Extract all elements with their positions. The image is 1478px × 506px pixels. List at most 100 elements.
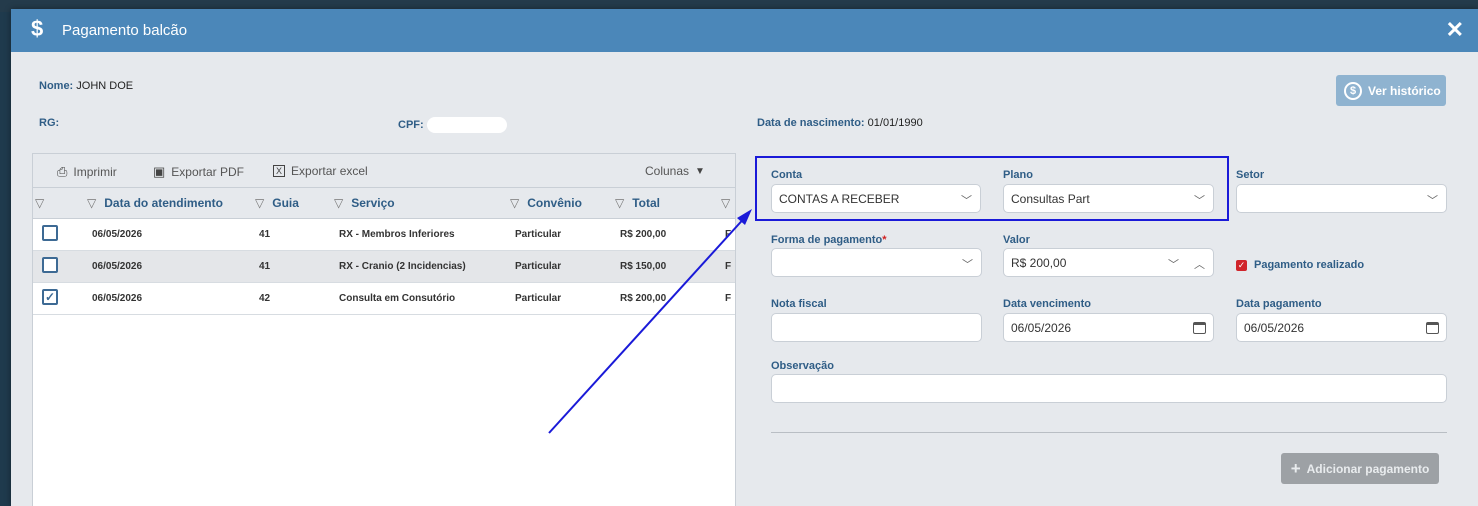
print-button[interactable]: ⎙ Imprimir: [57, 164, 117, 180]
printer-icon: ⎙: [57, 164, 68, 179]
cell-date: 06/05/2026: [92, 229, 143, 240]
row-checkbox[interactable]: [42, 257, 58, 273]
filter-icon: ▽: [35, 196, 45, 210]
row-checkbox[interactable]: [42, 225, 58, 241]
cell-guia: 42: [259, 293, 271, 304]
column-total-label: Total: [632, 196, 661, 210]
chevron-up-icon[interactable]: ︿: [1194, 256, 1205, 272]
column-servico[interactable]: ▽ Serviço: [334, 196, 395, 210]
calendar-icon[interactable]: [1426, 322, 1439, 334]
name-label: Nome:: [39, 80, 74, 92]
data-vencimento-label: Data vencimento: [1003, 298, 1092, 310]
nota-fiscal-input[interactable]: [771, 313, 982, 342]
cell-servico: RX - Cranio (2 Incidencias): [339, 261, 466, 272]
table-row[interactable]: 06/05/2026 41 RX - Membros Inferiores Pa…: [33, 219, 735, 251]
nota-fiscal-label: Nota fiscal: [771, 298, 827, 310]
column-date-label: Data do atendimento: [104, 196, 223, 210]
data-pagamento-value: 06/05/2026: [1244, 321, 1305, 335]
column-convenio[interactable]: ▽ Convênio: [510, 196, 582, 210]
export-excel-button[interactable]: X Exportar excel: [273, 164, 368, 178]
column-extra-filter[interactable]: ▽: [721, 196, 730, 210]
data-pagamento-label: Data pagamento: [1236, 298, 1322, 310]
plus-icon: +: [1290, 458, 1301, 478]
required-marker: *: [882, 234, 887, 246]
filter-icon: ▽: [255, 196, 265, 210]
calendar-icon[interactable]: [1193, 322, 1206, 334]
cpf-redacted: [426, 117, 507, 133]
cell-convenio: Particular: [515, 229, 562, 240]
cell-convenio: Particular: [515, 261, 562, 272]
chevron-down-icon: ﹀: [962, 259, 973, 271]
valor-value: R$ 200,00: [1011, 256, 1067, 270]
conta-value: CONTAS A RECEBER: [779, 192, 900, 206]
chevron-down-icon[interactable]: ﹀: [1168, 256, 1179, 272]
dollar-icon: $: [31, 16, 44, 41]
cell-convenio: Particular: [515, 293, 562, 304]
observacao-label: Observação: [771, 360, 834, 372]
excel-icon: X: [273, 165, 286, 177]
filter-icon: ▽: [334, 196, 344, 210]
data-vencimento-value: 06/05/2026: [1011, 321, 1072, 335]
setor-label: Setor: [1236, 169, 1265, 181]
table-header: ▽ ▽ Data do atendimento ▽ Guia ▽ Serviço ▽ C…: [33, 188, 735, 219]
table-toolbar: ⎙ Imprimir ▣ Exportar PDF X Exportar exc…: [33, 154, 735, 188]
close-icon[interactable]: ✕: [1446, 17, 1464, 43]
cell-date: 06/05/2026: [92, 293, 143, 304]
chevron-down-icon: ﹀: [1194, 195, 1205, 207]
add-payment-label: Adicionar pagamento: [1306, 461, 1430, 476]
print-label: Imprimir: [73, 165, 117, 179]
chevron-down-icon: ﹀: [1427, 195, 1438, 207]
plano-select[interactable]: Consultas Part ﹀: [1003, 184, 1214, 213]
name-value: JOHN DOE: [76, 80, 134, 92]
cell-total: R$ 200,00: [620, 229, 667, 240]
plano-label: Plano: [1003, 169, 1033, 181]
column-date[interactable]: ▽ Data do atendimento: [87, 196, 223, 210]
chevron-down-icon: ﹀: [961, 195, 972, 207]
columns-label: Colunas: [645, 164, 690, 178]
column-total[interactable]: ▽ Total: [615, 196, 660, 210]
modal-header: $ Pagamento balcão ✕: [11, 9, 1478, 52]
birthdate-label: Data de nascimento:: [757, 117, 865, 129]
cell-servico: RX - Membros Inferiores: [339, 229, 455, 240]
pagamento-realizado-checkbox[interactable]: ✓: [1236, 260, 1247, 271]
row-checkbox-checked[interactable]: ✓: [42, 289, 58, 305]
table-row[interactable]: ✓ 06/05/2026 42 Consulta em Consutório P…: [33, 283, 735, 315]
columns-button[interactable]: Colunas ▼: [645, 164, 705, 178]
cell-guia: 41: [259, 229, 271, 240]
conta-select[interactable]: CONTAS A RECEBER ﹀: [771, 184, 981, 213]
valor-input[interactable]: R$ 200,00 ﹀ ︿: [1003, 248, 1214, 277]
filter-icon: ▽: [87, 196, 97, 210]
observacao-input[interactable]: [771, 374, 1447, 403]
birthdate-value: 01/01/1990: [867, 117, 923, 129]
conta-label: Conta: [771, 169, 803, 181]
cell-date: 06/05/2026: [92, 261, 143, 272]
rg-label: RG:: [39, 117, 60, 129]
valor-label: Valor: [1003, 234, 1030, 246]
select-all-filter[interactable]: ▽: [35, 196, 44, 210]
patient-name: Nome: JOHN DOE: [39, 80, 133, 92]
money-circle-icon: $: [1344, 81, 1362, 100]
table-row[interactable]: 06/05/2026 41 RX - Cranio (2 Incidencias…: [33, 251, 735, 283]
setor-select[interactable]: ﹀: [1236, 184, 1447, 213]
data-vencimento-input[interactable]: 06/05/2026: [1003, 313, 1214, 342]
data-pagamento-input[interactable]: 06/05/2026: [1236, 313, 1447, 342]
cell-overflow: F: [725, 229, 732, 240]
pdf-icon: ▣: [153, 164, 166, 179]
export-pdf-label: Exportar PDF: [171, 165, 244, 179]
cell-servico: Consulta em Consutório: [339, 293, 456, 304]
cpf-label: CPF:: [398, 118, 424, 131]
form-divider: [771, 432, 1447, 433]
history-button-label: Ver histórico: [1368, 83, 1441, 98]
filter-icon: ▽: [615, 196, 625, 210]
forma-label: Forma de pagamento*: [771, 234, 887, 246]
modal-title: Pagamento balcão: [62, 22, 188, 39]
export-pdf-button[interactable]: ▣ Exportar PDF: [153, 164, 244, 180]
add-payment-button[interactable]: + Adicionar pagamento: [1281, 453, 1439, 484]
cell-overflow: F: [725, 293, 732, 304]
forma-pagamento-select[interactable]: ﹀: [771, 248, 982, 277]
column-guia[interactable]: ▽ Guia: [255, 196, 299, 210]
export-excel-label: Exportar excel: [291, 164, 368, 178]
history-button[interactable]: $ Ver histórico: [1336, 75, 1446, 106]
filter-icon: ▽: [510, 196, 520, 210]
patient-rg: RG:: [39, 117, 59, 129]
